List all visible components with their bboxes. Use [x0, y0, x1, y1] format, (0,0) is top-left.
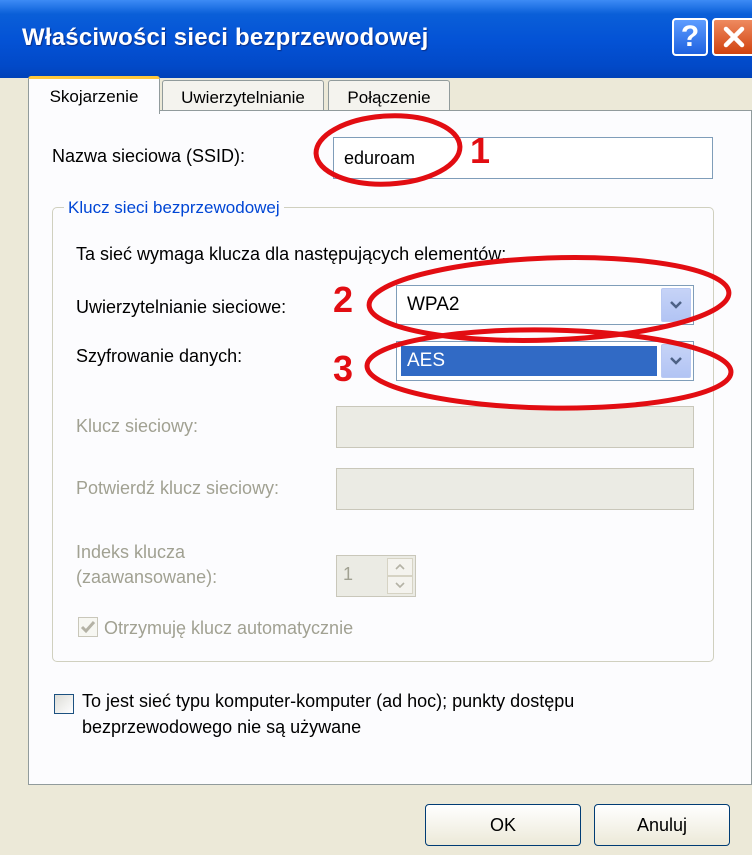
dialog-window: Właściwości sieci bezprzewodowej ? Skoja…	[0, 0, 752, 855]
annotation-circle-1	[313, 113, 463, 187]
annotation-overlay	[313, 113, 734, 411]
annotation-number-1: 1	[470, 130, 491, 171]
annotation-number-3: 3	[333, 348, 354, 389]
annotation-number-2: 2	[333, 279, 354, 320]
tab-skojarzenie[interactable]: Skojarzenie	[28, 76, 160, 114]
tab-label: Skojarzenie	[49, 86, 139, 106]
